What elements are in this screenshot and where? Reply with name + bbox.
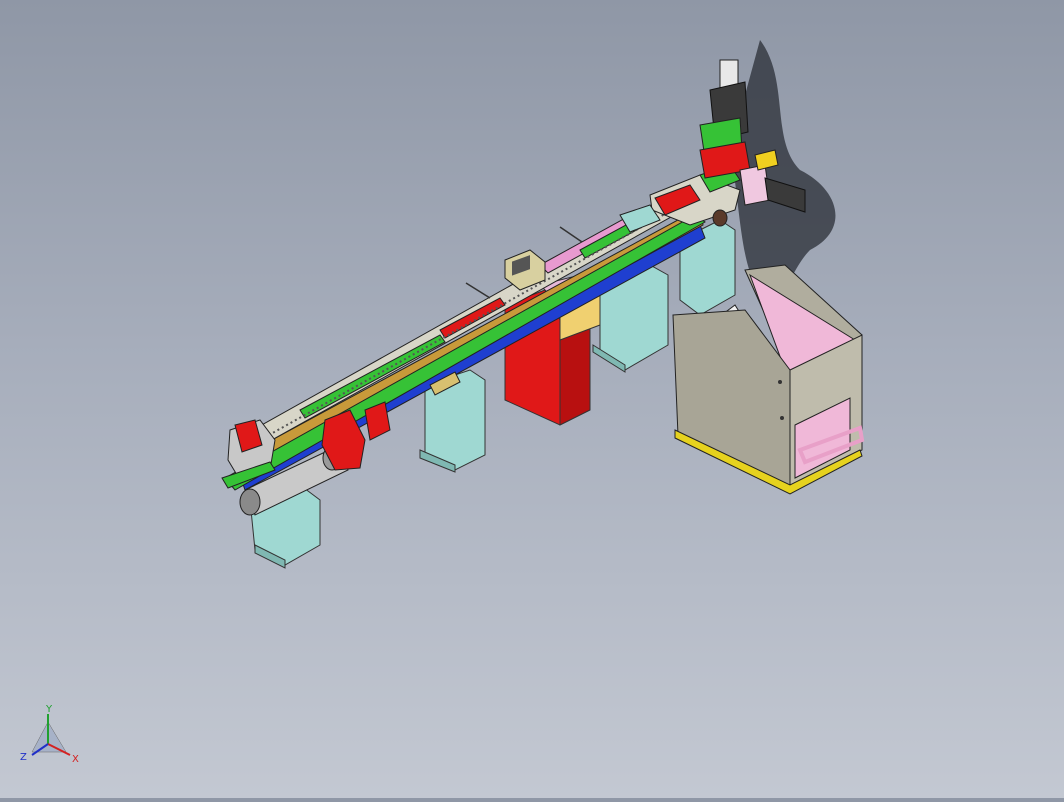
sensor-probe-1: [465, 282, 491, 299]
orientation-triad[interactable]: Y X Z: [18, 700, 88, 770]
z-axis-label: Z: [20, 752, 27, 763]
cad-viewport[interactable]: Y X Z: [0, 0, 1064, 798]
assembly-model[interactable]: [0, 0, 1064, 798]
sensor-probe-2: [559, 226, 583, 243]
vertical-servo-motor[interactable]: [699, 59, 751, 179]
y-axis-label: Y: [45, 704, 53, 715]
x-axis-label: X: [72, 754, 79, 765]
